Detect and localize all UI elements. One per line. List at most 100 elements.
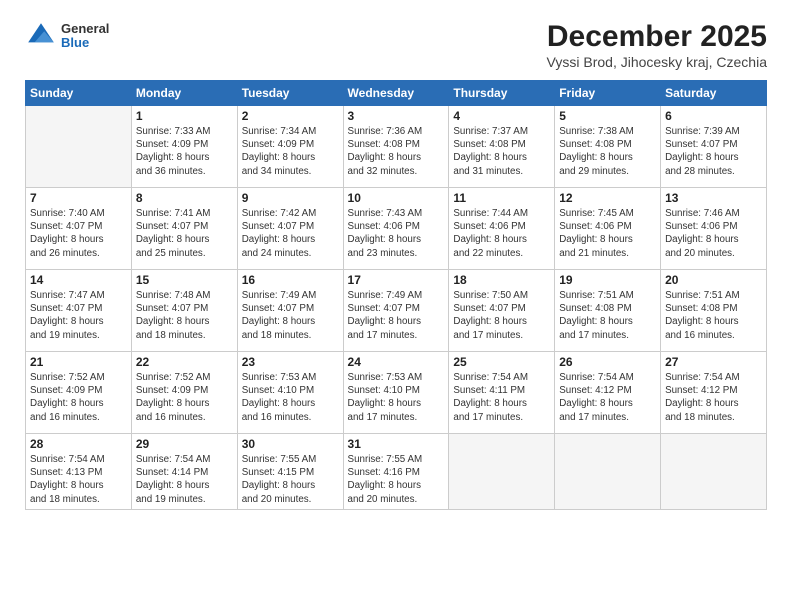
day-number: 4 [453, 109, 550, 123]
day-number: 2 [242, 109, 339, 123]
table-row: 17 Sunrise: 7:49 AM Sunset: 4:07 PM Dayli… [343, 270, 449, 352]
table-row: 13 Sunrise: 7:46 AM Sunset: 4:06 PM Dayli… [661, 188, 767, 270]
table-row: 12Sunrise: 7:45 AM Sunset: 4:06 PM Dayli… [555, 188, 661, 270]
logo-blue: Blue [61, 36, 109, 50]
table-row: 7 Sunrise: 7:40 AM Sunset: 4:07 PM Daylig… [26, 188, 132, 270]
day-number: 6 [665, 109, 762, 123]
title-block: December 2025 Vyssi Brod, Jihocesky kraj… [547, 20, 767, 70]
col-wednesday: Wednesday [343, 81, 449, 106]
table-row: 21 Sunrise: 7:52 AM Sunset: 4:09 PM Dayli… [26, 352, 132, 434]
table-row: 30Sunrise: 7:55 AM Sunset: 4:15 PM Dayli… [237, 434, 343, 510]
day-info: Sunrise: 7:53 AM Sunset: 4:10 PM Dayligh… [348, 371, 445, 424]
day-info: Sunrise: 7:33 AM Sunset: 4:09 PM Dayligh… [136, 125, 233, 178]
day-info: Sunrise: 7:47 AM Sunset: 4:07 PM Dayligh… [30, 289, 127, 342]
day-number: 11 [453, 191, 550, 205]
day-info: Sunrise: 7:42 AM Sunset: 4:07 PM Dayligh… [242, 207, 339, 260]
day-info: Sunrise: 7:51 AM Sunset: 4:08 PM Dayligh… [665, 289, 762, 342]
table-row: 4Sunrise: 7:37 AM Sunset: 4:08 PM Daylig… [449, 106, 555, 188]
col-thursday: Thursday [449, 81, 555, 106]
calendar-week-row: 28Sunrise: 7:54 AM Sunset: 4:13 PM Dayli… [26, 434, 767, 510]
table-row: 5Sunrise: 7:38 AM Sunset: 4:08 PM Daylig… [555, 106, 661, 188]
day-number: 27 [665, 355, 762, 369]
day-number: 10 [348, 191, 445, 205]
day-number: 8 [136, 191, 233, 205]
table-row: 31Sunrise: 7:55 AM Sunset: 4:16 PM Dayli… [343, 434, 449, 510]
header: General Blue December 2025 Vyssi Brod, J… [25, 20, 767, 70]
day-number: 20 [665, 273, 762, 287]
page: General Blue December 2025 Vyssi Brod, J… [0, 0, 792, 612]
table-row: 6 Sunrise: 7:39 AM Sunset: 4:07 PM Daylig… [661, 106, 767, 188]
table-row: 19 Sunrise: 7:51 AM Sunset: 4:08 PM Dayli… [555, 270, 661, 352]
day-number: 13 [665, 191, 762, 205]
logo-general: General [61, 22, 109, 36]
col-friday: Friday [555, 81, 661, 106]
table-row: 25 Sunrise: 7:54 AM Sunset: 4:11 PM Dayli… [449, 352, 555, 434]
table-row: 29Sunrise: 7:54 AM Sunset: 4:14 PM Dayli… [131, 434, 237, 510]
table-row: 11 Sunrise: 7:44 AM Sunset: 4:06 PM Dayli… [449, 188, 555, 270]
day-info: Sunrise: 7:40 AM Sunset: 4:07 PM Dayligh… [30, 207, 127, 260]
table-row: 26Sunrise: 7:54 AM Sunset: 4:12 PM Dayli… [555, 352, 661, 434]
day-info: Sunrise: 7:52 AM Sunset: 4:09 PM Dayligh… [136, 371, 233, 424]
day-info: Sunrise: 7:54 AM Sunset: 4:12 PM Dayligh… [665, 371, 762, 424]
day-info: Sunrise: 7:55 AM Sunset: 4:16 PM Dayligh… [348, 453, 445, 506]
col-tuesday: Tuesday [237, 81, 343, 106]
logo: General Blue [25, 20, 109, 52]
day-info: Sunrise: 7:54 AM Sunset: 4:11 PM Dayligh… [453, 371, 550, 424]
day-number: 24 [348, 355, 445, 369]
col-sunday: Sunday [26, 81, 132, 106]
table-row: 16 Sunrise: 7:49 AM Sunset: 4:07 PM Dayli… [237, 270, 343, 352]
logo-icon [25, 20, 57, 52]
day-number: 22 [136, 355, 233, 369]
calendar-table: Sunday Monday Tuesday Wednesday Thursday… [25, 80, 767, 510]
calendar-header-row: Sunday Monday Tuesday Wednesday Thursday… [26, 81, 767, 106]
col-monday: Monday [131, 81, 237, 106]
day-info: Sunrise: 7:39 AM Sunset: 4:07 PM Dayligh… [665, 125, 762, 178]
table-row: 2Sunrise: 7:34 AM Sunset: 4:09 PM Daylig… [237, 106, 343, 188]
day-info: Sunrise: 7:52 AM Sunset: 4:09 PM Dayligh… [30, 371, 127, 424]
day-info: Sunrise: 7:45 AM Sunset: 4:06 PM Dayligh… [559, 207, 656, 260]
day-info: Sunrise: 7:36 AM Sunset: 4:08 PM Dayligh… [348, 125, 445, 178]
day-number: 7 [30, 191, 127, 205]
day-info: Sunrise: 7:53 AM Sunset: 4:10 PM Dayligh… [242, 371, 339, 424]
day-number: 3 [348, 109, 445, 123]
day-number: 26 [559, 355, 656, 369]
day-info: Sunrise: 7:50 AM Sunset: 4:07 PM Dayligh… [453, 289, 550, 342]
location-subtitle: Vyssi Brod, Jihocesky kraj, Czechia [547, 54, 767, 70]
day-number: 16 [242, 273, 339, 287]
table-row: 9Sunrise: 7:42 AM Sunset: 4:07 PM Daylig… [237, 188, 343, 270]
day-number: 14 [30, 273, 127, 287]
table-row: 23 Sunrise: 7:53 AM Sunset: 4:10 PM Dayli… [237, 352, 343, 434]
calendar-week-row: 7 Sunrise: 7:40 AM Sunset: 4:07 PM Daylig… [26, 188, 767, 270]
day-info: Sunrise: 7:48 AM Sunset: 4:07 PM Dayligh… [136, 289, 233, 342]
day-number: 17 [348, 273, 445, 287]
table-row: 3 Sunrise: 7:36 AM Sunset: 4:08 PM Daylig… [343, 106, 449, 188]
day-info: Sunrise: 7:49 AM Sunset: 4:07 PM Dayligh… [242, 289, 339, 342]
day-info: Sunrise: 7:54 AM Sunset: 4:14 PM Dayligh… [136, 453, 233, 506]
calendar-week-row: 21 Sunrise: 7:52 AM Sunset: 4:09 PM Dayli… [26, 352, 767, 434]
day-info: Sunrise: 7:54 AM Sunset: 4:13 PM Dayligh… [30, 453, 127, 506]
day-number: 1 [136, 109, 233, 123]
table-row: 8Sunrise: 7:41 AM Sunset: 4:07 PM Daylig… [131, 188, 237, 270]
day-info: Sunrise: 7:51 AM Sunset: 4:08 PM Dayligh… [559, 289, 656, 342]
table-row: 15Sunrise: 7:48 AM Sunset: 4:07 PM Dayli… [131, 270, 237, 352]
day-number: 21 [30, 355, 127, 369]
month-title: December 2025 [547, 20, 767, 54]
table-row [661, 434, 767, 510]
table-row [26, 106, 132, 188]
day-info: Sunrise: 7:38 AM Sunset: 4:08 PM Dayligh… [559, 125, 656, 178]
day-number: 25 [453, 355, 550, 369]
table-row [449, 434, 555, 510]
calendar-week-row: 14 Sunrise: 7:47 AM Sunset: 4:07 PM Dayli… [26, 270, 767, 352]
day-info: Sunrise: 7:46 AM Sunset: 4:06 PM Dayligh… [665, 207, 762, 260]
day-number: 23 [242, 355, 339, 369]
table-row: 14 Sunrise: 7:47 AM Sunset: 4:07 PM Dayli… [26, 270, 132, 352]
day-number: 19 [559, 273, 656, 287]
table-row: 18Sunrise: 7:50 AM Sunset: 4:07 PM Dayli… [449, 270, 555, 352]
col-saturday: Saturday [661, 81, 767, 106]
day-info: Sunrise: 7:49 AM Sunset: 4:07 PM Dayligh… [348, 289, 445, 342]
table-row: 1 Sunrise: 7:33 AM Sunset: 4:09 PM Daylig… [131, 106, 237, 188]
day-info: Sunrise: 7:44 AM Sunset: 4:06 PM Dayligh… [453, 207, 550, 260]
table-row: 28Sunrise: 7:54 AM Sunset: 4:13 PM Dayli… [26, 434, 132, 510]
table-row: 20 Sunrise: 7:51 AM Sunset: 4:08 PM Dayli… [661, 270, 767, 352]
logo-text: General Blue [61, 22, 109, 51]
